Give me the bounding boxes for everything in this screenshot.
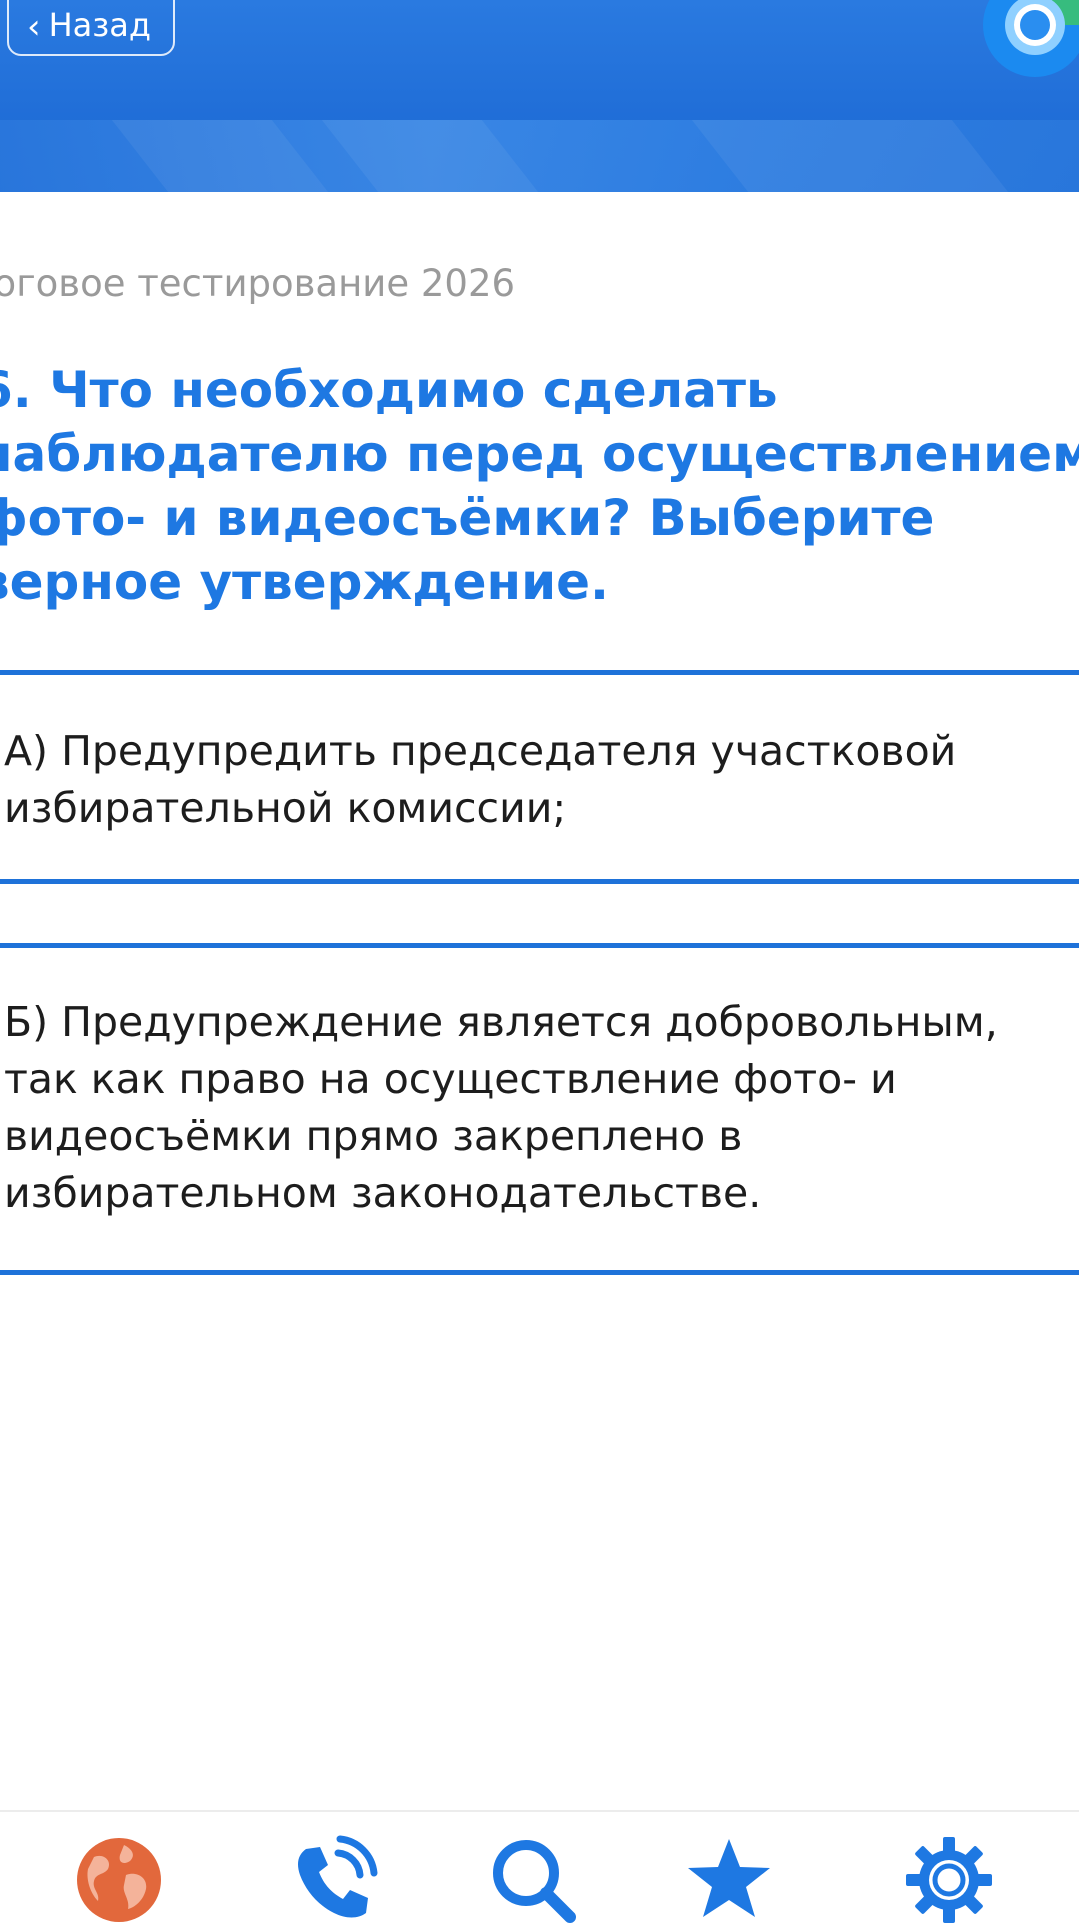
gear-icon <box>906 1837 992 1923</box>
answer-line: Б) Предупреждение является добровольным, <box>4 998 998 1046</box>
answer-text: А) Предупредить председателя участковой … <box>4 723 956 837</box>
answer-line: избирательной комиссии; <box>4 784 567 832</box>
answer-line: А) Предупредить председателя участковой <box>4 727 957 775</box>
tab-settings[interactable] <box>904 1835 994 1925</box>
globe-icon <box>77 1838 161 1922</box>
question-line: фото- и видеосъёмки? Выберите <box>0 489 935 547</box>
phone-icon <box>298 1835 378 1918</box>
answer-option-a[interactable]: А) Предупредить председателя участковой … <box>0 670 1079 884</box>
answer-line: видеосъёмки прямо закреплено в <box>4 1112 743 1160</box>
question-line: верное утверждение. <box>0 553 610 611</box>
question-line: 6. Что необходимо сделать <box>0 361 778 419</box>
answer-line: избирательном законодательстве. <box>4 1169 762 1217</box>
tab-favorites[interactable] <box>684 1835 774 1925</box>
question-line: наблюдателю перед осуществлением <box>0 425 1079 483</box>
tab-globe[interactable] <box>74 1835 164 1925</box>
question-title: 6. Что необходимо сделать наблюдателю пе… <box>0 358 1079 614</box>
answer-option-b[interactable]: Б) Предупреждение является добровольным,… <box>0 943 1079 1275</box>
tab-search[interactable] <box>488 1835 578 1925</box>
app-logo-icon <box>983 0 1079 77</box>
tab-phone[interactable] <box>288 1835 378 1925</box>
star-icon <box>688 1839 770 1917</box>
back-button[interactable]: ‹ Назад <box>7 0 175 56</box>
answer-text: Б) Предупреждение является добровольным,… <box>4 994 998 1222</box>
app-header: ‹ Назад <box>0 0 1079 192</box>
header-decoration <box>691 120 1009 192</box>
answer-line: так как право на осуществление фото- и <box>4 1055 897 1103</box>
search-icon <box>493 1840 576 1923</box>
back-button-label: Назад <box>48 6 152 44</box>
test-subtitle: тоговое тестирование 2026 <box>0 262 516 305</box>
chevron-left-icon: ‹ <box>27 7 41 47</box>
